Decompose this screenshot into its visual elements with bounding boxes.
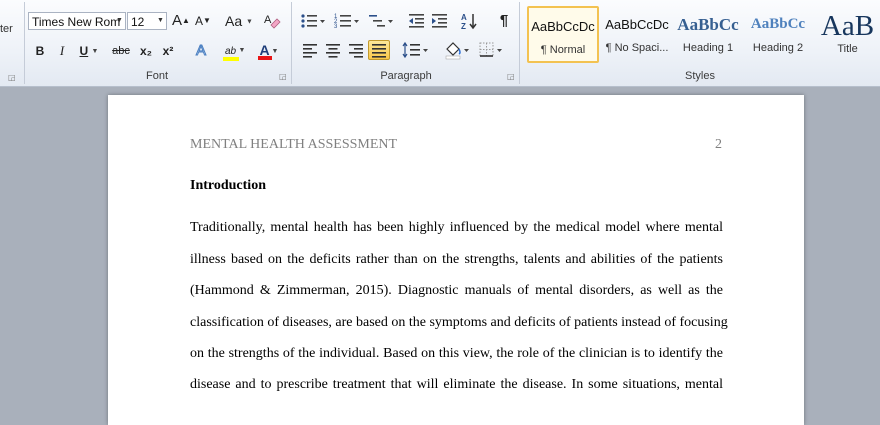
style-heading-2[interactable]: AaBbCc Heading 2 bbox=[745, 6, 811, 63]
document-page[interactable]: MENTAL HEALTH ASSESSMENT 2 Introduction … bbox=[108, 95, 804, 425]
line-spacing-button[interactable] bbox=[402, 40, 430, 60]
font-size-value: 12 bbox=[131, 15, 145, 29]
chevron-down-icon[interactable]: ▼ bbox=[155, 13, 166, 29]
increase-indent-icon bbox=[432, 14, 447, 28]
multilevel-list-button[interactable] bbox=[368, 11, 396, 31]
align-center-button[interactable] bbox=[323, 40, 343, 60]
font-group-label: Font bbox=[145, 70, 168, 82]
strikethrough-button[interactable]: abc bbox=[110, 41, 132, 61]
style-title[interactable]: AaB Title bbox=[815, 6, 880, 63]
svg-text:A: A bbox=[264, 14, 272, 26]
style-name: ¶ Normal bbox=[540, 44, 586, 56]
paragraph-line: classification of diseases, are based on… bbox=[190, 315, 728, 330]
group-separator bbox=[24, 2, 25, 84]
font-color-button[interactable]: A ▼ bbox=[255, 40, 281, 60]
justify-icon bbox=[372, 44, 386, 58]
font-dialog-launcher-icon[interactable]: ◲ bbox=[279, 73, 287, 81]
page-number: 2 bbox=[715, 137, 722, 152]
style-name: Heading 1 bbox=[682, 42, 734, 54]
style-sample: AaBbCcDc bbox=[605, 17, 669, 32]
sort-button[interactable]: AZ bbox=[460, 11, 480, 31]
align-right-icon bbox=[349, 44, 363, 58]
style-name: Title bbox=[837, 43, 858, 55]
superscript-button[interactable]: x² bbox=[159, 41, 177, 61]
ribbon: ter ◲ Times New Rom ▼ 12 ▼ A▲ A▼ Aa ▼ A … bbox=[0, 0, 880, 87]
decrease-indent-button[interactable] bbox=[407, 11, 427, 31]
borders-icon bbox=[479, 42, 502, 57]
style-name: Heading 2 bbox=[752, 42, 804, 54]
align-right-button[interactable] bbox=[346, 40, 366, 60]
font-color-swatch bbox=[257, 56, 272, 60]
shading-button[interactable] bbox=[443, 40, 471, 60]
style-no-spacing[interactable]: AaBbCcDc ¶ No Spaci... bbox=[601, 6, 673, 63]
shrink-font-icon: A bbox=[195, 14, 204, 28]
clear-formatting-button[interactable]: A bbox=[263, 11, 283, 31]
styles-group-label: Styles bbox=[685, 70, 715, 82]
paragraph-dialog-launcher-icon[interactable]: ◲ bbox=[507, 73, 515, 81]
svg-text:3: 3 bbox=[334, 24, 338, 30]
align-left-icon bbox=[303, 44, 317, 58]
bullets-button[interactable] bbox=[300, 11, 328, 31]
section-heading: Introduction bbox=[190, 178, 266, 193]
shrink-font-button[interactable]: A▼ bbox=[194, 11, 212, 31]
paint-bucket-icon bbox=[445, 42, 469, 60]
show-formatting-marks-button[interactable]: ¶ bbox=[495, 11, 513, 31]
style-sample: AaBbCc bbox=[677, 15, 739, 34]
clear-formatting-icon: A bbox=[264, 14, 281, 29]
decrease-indent-icon bbox=[409, 14, 424, 28]
highlight-button[interactable]: ab ▼ bbox=[221, 40, 247, 61]
style-sample: AaB bbox=[820, 10, 875, 42]
style-normal[interactable]: AaBbCcDc ¶ Normal bbox=[527, 6, 599, 63]
font-size-combo[interactable]: 12 ▼ bbox=[127, 12, 167, 30]
underline-button[interactable]: U ▼ bbox=[77, 41, 101, 61]
clipboard-format-painter-label[interactable]: ter bbox=[0, 23, 13, 35]
grow-font-button[interactable]: A▲ bbox=[171, 11, 191, 31]
font-name-combo[interactable]: Times New Rom ▼ bbox=[28, 12, 126, 30]
style-heading-1[interactable]: AaBbCc Heading 1 bbox=[675, 6, 741, 63]
highlight-icon: ab bbox=[224, 46, 237, 57]
text-effects-icon: A bbox=[196, 42, 207, 60]
numbering-icon: 123 bbox=[334, 14, 359, 30]
change-case-icon: Aa bbox=[225, 13, 243, 29]
clipboard-dialog-launcher-icon[interactable]: ◲ bbox=[8, 73, 16, 82]
subscript-button[interactable]: x₂ bbox=[137, 41, 155, 61]
align-center-icon bbox=[326, 44, 340, 58]
text-effects-button[interactable]: A bbox=[193, 40, 215, 60]
paragraph-line: (Hammond & Zimmerman, 2015). Diagnostic … bbox=[190, 283, 723, 298]
style-sample: AaBbCc bbox=[750, 16, 806, 32]
paragraph-line: disease and to prescribe treatment that … bbox=[190, 377, 723, 392]
align-left-button[interactable] bbox=[300, 40, 320, 60]
increase-indent-button[interactable] bbox=[430, 11, 450, 31]
justify-button[interactable] bbox=[368, 40, 390, 60]
style-sample: AaBbCcDc bbox=[531, 19, 595, 34]
borders-button[interactable] bbox=[477, 40, 505, 60]
running-head: MENTAL HEALTH ASSESSMENT bbox=[190, 137, 398, 152]
highlight-color-swatch bbox=[222, 57, 239, 61]
paragraph-line: on the strengths of the individual. Base… bbox=[190, 346, 723, 361]
pilcrow-icon: ¶ bbox=[499, 12, 509, 29]
bullets-icon bbox=[301, 14, 325, 28]
chevron-down-icon[interactable]: ▼ bbox=[114, 13, 125, 29]
paragraph-line: Traditionally, mental health has been hi… bbox=[190, 220, 723, 235]
bold-button[interactable]: B bbox=[31, 41, 49, 61]
change-case-button[interactable]: Aa ▼ bbox=[225, 11, 253, 31]
multilevel-list-icon bbox=[369, 15, 393, 27]
paragraph-group-label: Paragraph bbox=[380, 70, 432, 82]
svg-text:A: A bbox=[196, 42, 206, 59]
style-name: ¶ No Spaci... bbox=[605, 42, 669, 54]
numbering-button[interactable]: 123 bbox=[334, 11, 362, 31]
line-spacing-icon bbox=[402, 41, 428, 59]
svg-text:Z: Z bbox=[461, 22, 466, 31]
svg-text:A: A bbox=[461, 13, 467, 22]
paragraph-line: illness based on the deficits rather tha… bbox=[190, 252, 723, 267]
grow-font-icon: A bbox=[172, 12, 183, 29]
font-name-value: Times New Rom bbox=[32, 15, 121, 29]
italic-button[interactable]: I bbox=[53, 41, 71, 61]
underline-icon: U bbox=[79, 44, 89, 58]
sort-icon: AZ bbox=[461, 13, 477, 31]
